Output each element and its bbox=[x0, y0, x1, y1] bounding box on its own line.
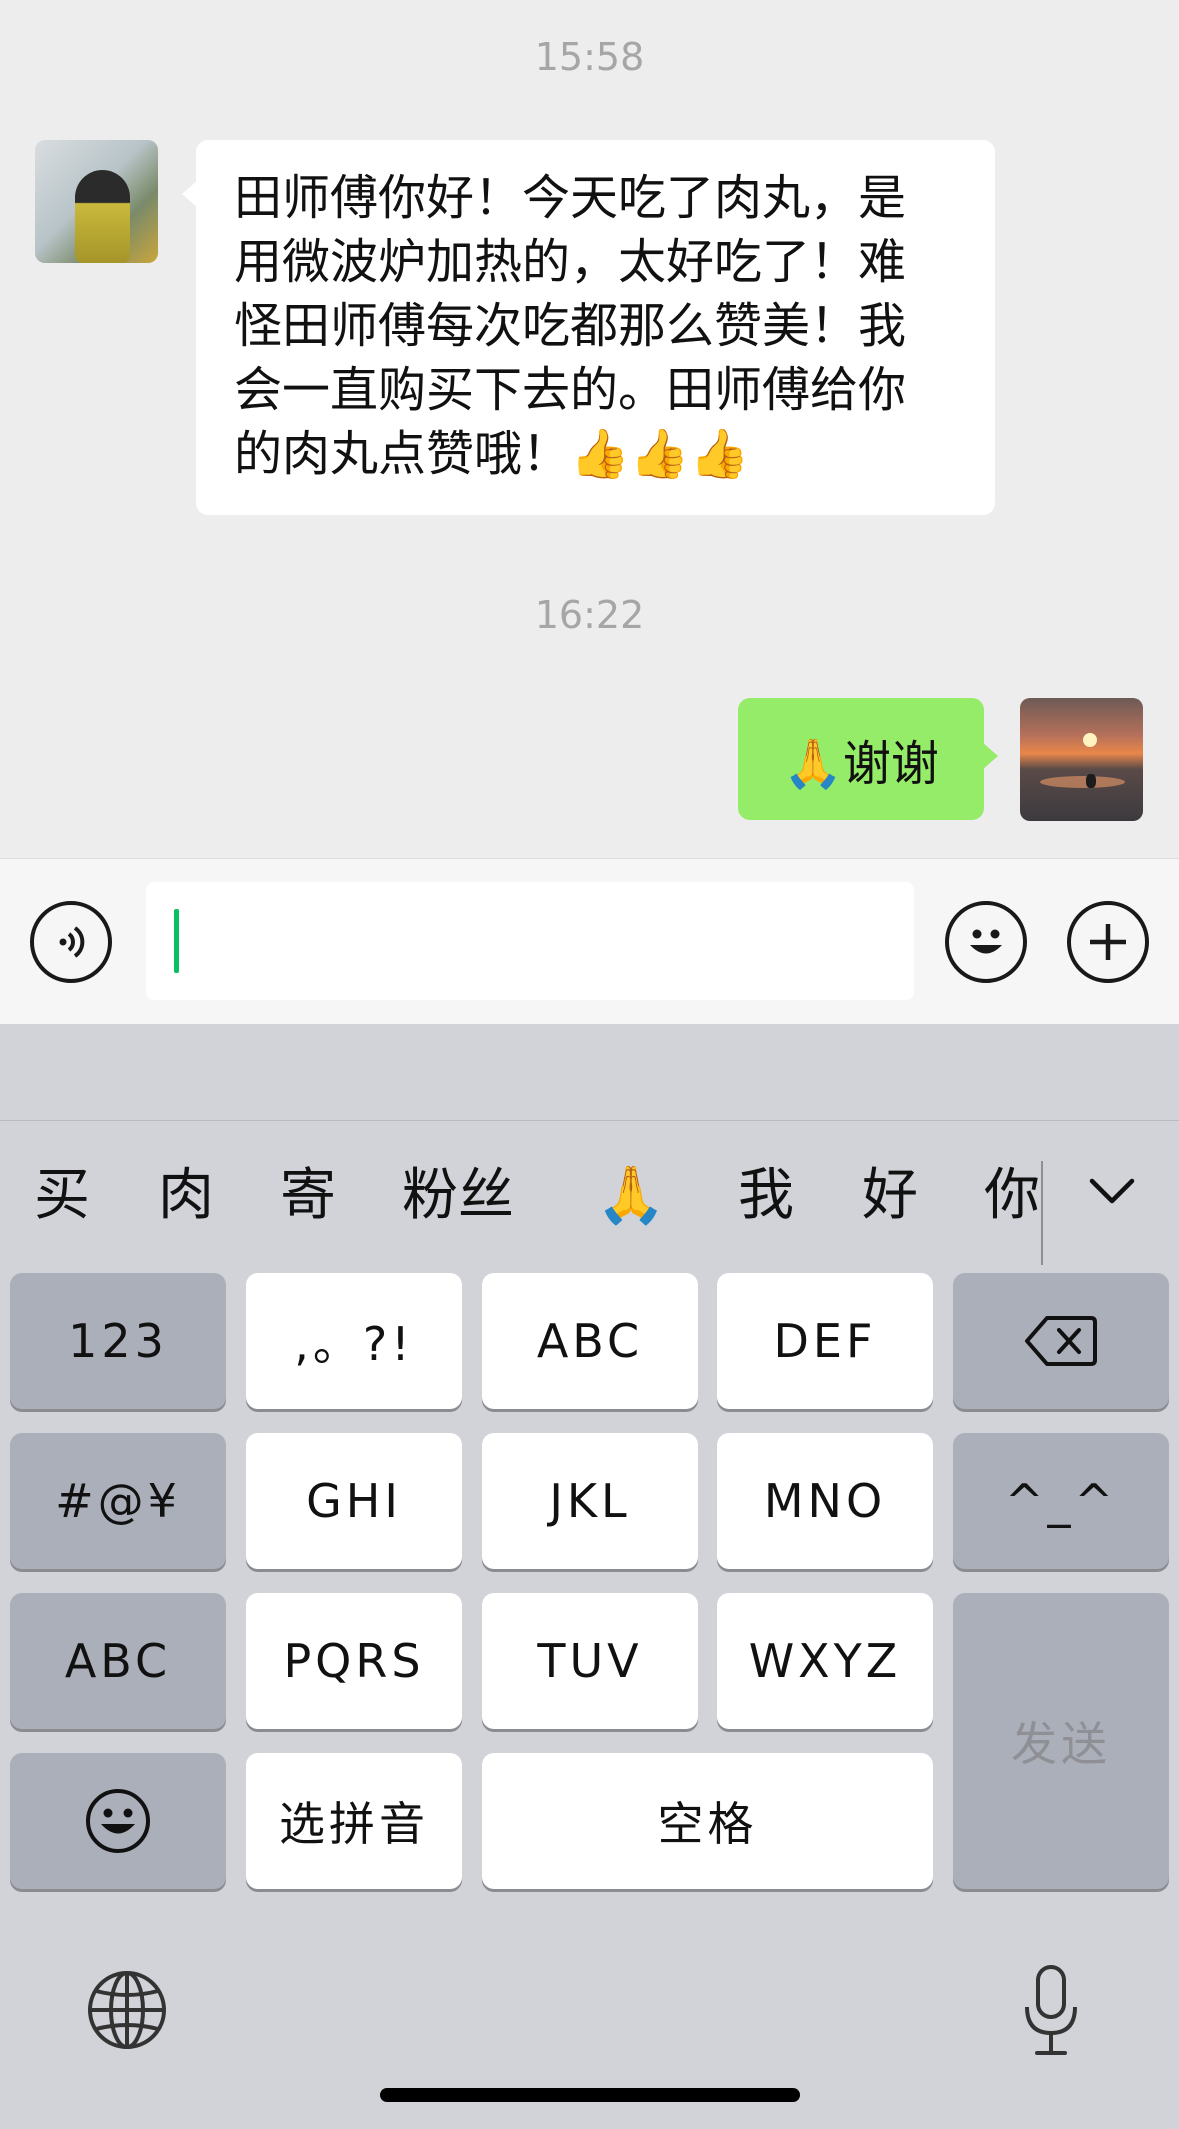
candidate-word[interactable]: 买 bbox=[34, 1161, 90, 1231]
backspace-icon bbox=[1025, 1316, 1097, 1366]
key-ghi[interactable]: GHI bbox=[246, 1433, 462, 1569]
my-avatar[interactable] bbox=[1020, 698, 1143, 821]
key-label: 发送 bbox=[1011, 1717, 1111, 1771]
key-tuv[interactable]: TUV bbox=[482, 1593, 698, 1729]
key-pqrs[interactable]: PQRS bbox=[246, 1593, 462, 1729]
key-def[interactable]: DEF bbox=[717, 1273, 933, 1409]
plus-icon bbox=[1090, 924, 1126, 960]
key-label: MNO bbox=[763, 1474, 887, 1528]
key-label: #@¥ bbox=[55, 1474, 181, 1528]
key-label: ABC bbox=[536, 1314, 644, 1368]
key-abc[interactable]: ABC bbox=[482, 1273, 698, 1409]
keyboard-top-area bbox=[0, 1024, 1179, 1121]
key-label: ^_^ bbox=[1004, 1474, 1118, 1528]
dictation-button[interactable] bbox=[1020, 1961, 1082, 2061]
key-jkl[interactable]: JKL bbox=[482, 1433, 698, 1569]
globe-button[interactable] bbox=[84, 1967, 170, 2053]
incoming-message-bubble[interactable]: 田师傅你好！今天吃了肉丸，是 用微波炉加热的，太好吃了！难 怪田师傅每次吃都那么… bbox=[182, 140, 995, 515]
timestamp: 15:58 bbox=[534, 35, 645, 79]
avatar-figure bbox=[75, 170, 130, 263]
chevron-down-icon bbox=[1089, 1178, 1135, 1204]
candidate-word[interactable]: 寄 bbox=[280, 1161, 336, 1231]
emoji-icon bbox=[86, 1789, 150, 1853]
message-input[interactable] bbox=[146, 882, 914, 1000]
voice-button[interactable] bbox=[30, 901, 112, 983]
key-symbols[interactable]: #@¥ bbox=[10, 1433, 226, 1569]
key-label: PQRS bbox=[283, 1634, 425, 1688]
key-label: ,。?! bbox=[294, 1317, 414, 1371]
key-label: 空格 bbox=[657, 1797, 758, 1851]
candidate-separator bbox=[1041, 1161, 1043, 1265]
key-emoji[interactable] bbox=[10, 1753, 226, 1889]
sender-avatar[interactable] bbox=[35, 140, 158, 263]
key-punctuation[interactable]: ,。?! bbox=[246, 1273, 462, 1409]
emoji-button[interactable] bbox=[945, 901, 1027, 983]
key-mno[interactable]: MNO bbox=[717, 1433, 933, 1569]
avatar-bird bbox=[1086, 774, 1096, 788]
timestamp: 16:22 bbox=[534, 593, 645, 637]
key-label: 选拼音 bbox=[279, 1797, 429, 1851]
key-label: JKL bbox=[549, 1474, 631, 1528]
candidate-word[interactable]: 好 bbox=[862, 1161, 918, 1231]
avatar-reflection bbox=[1040, 776, 1125, 788]
candidate-word[interactable]: 我 bbox=[738, 1161, 794, 1231]
input-bar bbox=[0, 858, 1179, 1024]
key-abc-mode[interactable]: ABC bbox=[10, 1593, 226, 1729]
microphone-icon bbox=[1025, 1965, 1077, 2055]
incoming-message-text: 田师傅你好！今天吃了肉丸，是 用微波炉加热的，太好吃了！难 怪田师傅每次吃都那么… bbox=[234, 170, 907, 482]
key-label: DEF bbox=[773, 1314, 877, 1368]
more-button[interactable] bbox=[1067, 901, 1149, 983]
candidate-word[interactable]: 粉丝 bbox=[402, 1161, 514, 1231]
key-kaomoji[interactable]: ^_^ bbox=[953, 1433, 1169, 1569]
home-indicator[interactable] bbox=[380, 2088, 800, 2102]
emoji-icon bbox=[970, 929, 1002, 954]
globe-icon bbox=[88, 1971, 166, 2049]
key-select-pinyin[interactable]: 选拼音 bbox=[246, 1753, 462, 1889]
outgoing-message-bubble[interactable]: 🙏谢谢 bbox=[738, 698, 998, 820]
key-space[interactable]: 空格 bbox=[482, 1753, 933, 1889]
expand-candidates-button[interactable] bbox=[1082, 1161, 1142, 1221]
key-backspace[interactable] bbox=[953, 1273, 1169, 1409]
key-label: GHI bbox=[306, 1474, 402, 1528]
send-key[interactable]: 发送 bbox=[953, 1593, 1169, 1889]
candidate-word[interactable]: 肉 bbox=[158, 1161, 214, 1231]
candidate-bar: 买 肉 寄 粉丝 🙏 我 好 你 bbox=[0, 1121, 1179, 1271]
key-label: WXYZ bbox=[748, 1634, 902, 1688]
chat-area: 15:58 田师傅你好！今天吃了肉丸，是 用微波炉加热的，太好吃了！难 怪田师傅… bbox=[0, 0, 1179, 858]
keyboard: 买 肉 寄 粉丝 🙏 我 好 你 123 ,。?! ABC DEF #@¥ GH… bbox=[0, 1024, 1179, 2129]
candidate-word[interactable]: 你 bbox=[984, 1161, 1041, 1231]
key-123[interactable]: 123 bbox=[10, 1273, 226, 1409]
text-caret bbox=[174, 909, 179, 973]
key-label: TUV bbox=[537, 1634, 643, 1688]
key-label: 123 bbox=[68, 1314, 168, 1368]
key-label: ABC bbox=[64, 1634, 172, 1688]
candidate-word[interactable]: 🙏 bbox=[596, 1161, 666, 1231]
outgoing-message-text: 🙏谢谢 bbox=[783, 736, 939, 792]
key-wxyz[interactable]: WXYZ bbox=[717, 1593, 933, 1729]
voice-icon bbox=[59, 926, 85, 958]
avatar-sun bbox=[1083, 733, 1097, 747]
